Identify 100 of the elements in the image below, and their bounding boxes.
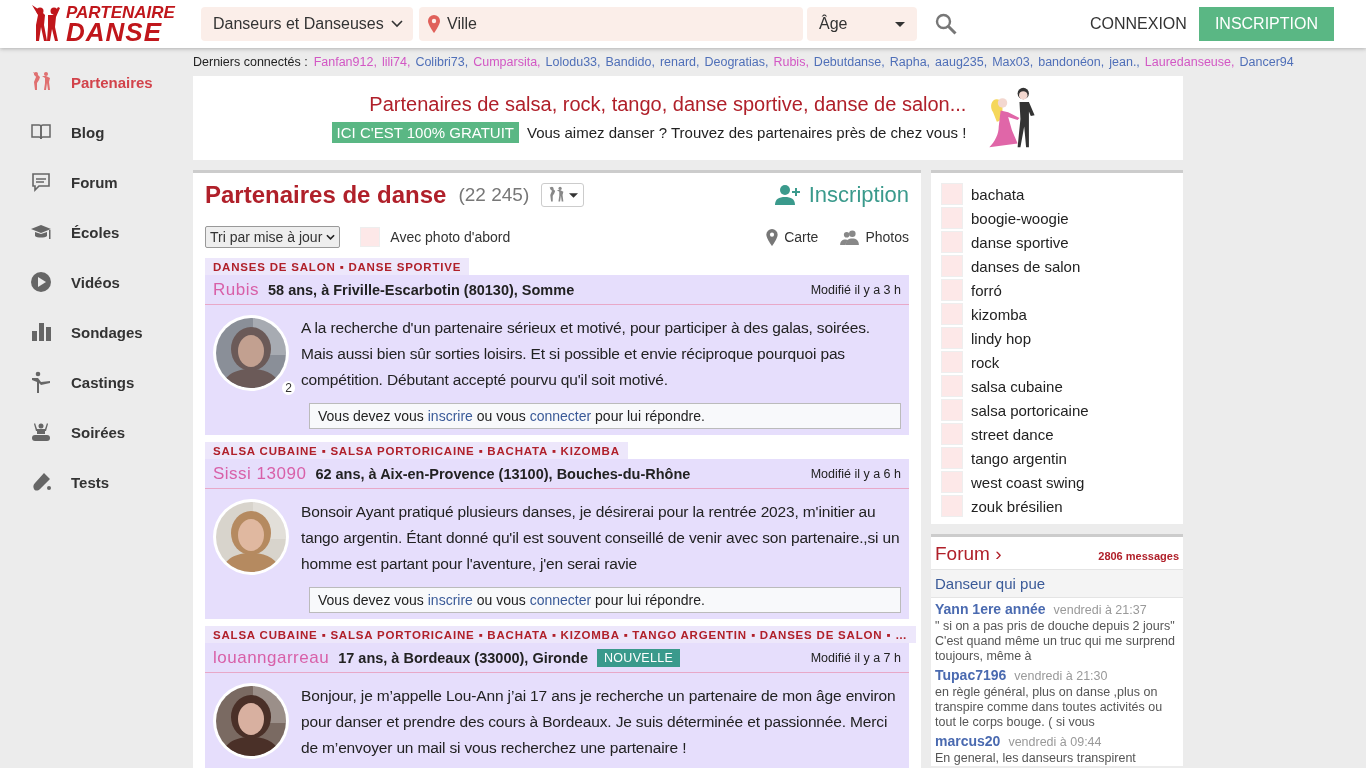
- listing-title: Partenaires de danse: [205, 181, 447, 209]
- search-icon[interactable]: [935, 13, 957, 35]
- checkbox-label: boogie-woogie: [971, 209, 1069, 227]
- location-pin-icon: [766, 228, 779, 246]
- map-link[interactable]: Carte: [766, 228, 819, 246]
- profile-details: 17 ans, à Bordeaux (33000), Gironde: [338, 649, 588, 666]
- signup-link[interactable]: inscrire: [427, 408, 473, 424]
- user-plus-icon: [774, 185, 801, 205]
- free-badge: ICI C'EST 100% GRATUIT: [331, 122, 519, 143]
- profile-text: A la recherche d'un partenaire sérieux et motivé, pour participer à des galas, soirées. Mais aussi bien sûr sorties loisirs. Et si possible et envie réciproque pourquoi pas compétition. Débutant accepté pourvu qu'il soit motivé.: [301, 318, 871, 390]
- forum-title[interactable]: Forum ›: [935, 543, 1002, 565]
- sidebar-item[interactable]: Blog: [0, 107, 193, 157]
- banner-tagline: Vous aimez danser ? Trouvez des partenaires près de chez vous !: [526, 124, 967, 141]
- checkbox-label: forró: [971, 281, 1002, 299]
- user-link[interactable]: Cumparsita,: [473, 55, 541, 69]
- modified-time: Modifié il y a 7 h: [810, 650, 901, 665]
- dance-tags: SALSA CUBAINE ▪ SALSA PORTORICAINE ▪ BACHATA ▪ KIZOMBA: [205, 442, 628, 459]
- checkbox-label: west coast swing: [971, 473, 1085, 491]
- play-icon: [30, 271, 52, 293]
- user-link[interactable]: Dancer94: [1239, 55, 1294, 69]
- dancer-icon: [30, 371, 52, 393]
- checkbox-label: danses de salon: [971, 257, 1081, 275]
- test-tube-icon: [30, 471, 52, 493]
- banner-headline: Partenaires de salsa, rock, tango, danse sportive, danse de salon...: [369, 93, 967, 116]
- user-link[interactable]: aaug235,: [935, 55, 988, 69]
- sidebar-item[interactable]: Forum: [0, 157, 193, 207]
- checkbox-label: danse sportive: [971, 233, 1069, 251]
- profile-details: 58 ans, à Friville-Escarbotin (80130), Somme: [267, 281, 575, 298]
- recent-label: Derniers connectés :: [193, 55, 308, 69]
- user-link[interactable]: Deogratias,: [704, 55, 769, 69]
- gender-dropdown[interactable]: [541, 183, 585, 207]
- bar-chart-icon: [30, 321, 52, 343]
- user-link[interactable]: Max03,: [992, 55, 1034, 69]
- dance-tags: SALSA CUBAINE ▪ SALSA PORTORICAINE ▪ BACHATA ▪ KIZOMBA ▪ TANGO ARGENTIN ▪ DANSES DE SALON ▪ …: [205, 626, 916, 643]
- reply-notice: Vous devez vous inscrire ou vous connecter pour lui répondre.: [309, 403, 901, 429]
- checkbox-label: tango argentin: [971, 449, 1067, 467]
- message-count: 2806 messages: [1098, 550, 1179, 562]
- post-time: vendredi à 21:30: [1014, 669, 1108, 683]
- caret-down-icon: [569, 192, 579, 198]
- user-link[interactable]: Fanfan912,: [313, 55, 377, 69]
- sidebar-item[interactable]: Tests: [0, 457, 193, 507]
- post-time: vendredi à 21:37: [1053, 603, 1147, 617]
- sidebar-item[interactable]: Vidéos: [0, 257, 193, 307]
- login-link[interactable]: connecter: [529, 592, 592, 608]
- inscription-link[interactable]: Inscription: [774, 182, 909, 208]
- city-field[interactable]: Ville: [419, 7, 803, 41]
- user-link[interactable]: Debutdanse,: [813, 55, 885, 69]
- sidebar-item[interactable]: Soirées: [0, 407, 193, 457]
- user-link[interactable]: bandonéon,: [1038, 55, 1105, 69]
- checkbox-label: kizomba: [971, 305, 1027, 323]
- category-dropdown[interactable]: Danseurs et Danseuses: [201, 7, 413, 41]
- user-link[interactable]: Rubis,: [773, 55, 809, 69]
- checkbox-label: rock: [971, 353, 1000, 371]
- sort-dropdown[interactable]: Tri par mise à jour: [205, 226, 341, 248]
- user-link[interactable]: Lauredanseuse,: [1144, 55, 1235, 69]
- author-name[interactable]: Yann 1ere année: [935, 601, 1046, 617]
- reply-notice: Vous devez vous inscrire ou vous connecter pour lui répondre.: [309, 587, 901, 613]
- forum-topic[interactable]: Danseur qui pue: [931, 570, 1183, 598]
- login-link[interactable]: connecter: [529, 408, 592, 424]
- checkbox-label: salsa portoricaine: [971, 401, 1089, 419]
- post-time: vendredi à 09:44: [1008, 735, 1102, 749]
- forum-post-text: En general, les danseurs transpirent: [935, 751, 1137, 766]
- photos-link[interactable]: Photos: [840, 228, 909, 246]
- photo-count: 2: [282, 381, 295, 395]
- author-name[interactable]: Tupac7196: [935, 667, 1007, 683]
- new-badge: NOUVELLE: [597, 648, 681, 667]
- author-name[interactable]: marcus20: [935, 733, 1001, 749]
- profile-details: 62 ans, à Aix-en-Provence (13100), Bouches-du-Rhône: [315, 465, 691, 482]
- caret-down-icon: [895, 21, 905, 27]
- checkbox-label: zouk brésilien: [971, 497, 1063, 515]
- checkbox-label: Avec photo d'abord: [390, 229, 511, 245]
- profile-name[interactable]: Sissi 13090: [213, 463, 307, 484]
- signup-link[interactable]: inscrire: [427, 592, 473, 608]
- profile-name[interactable]: louanngarreau: [213, 647, 330, 668]
- user-link[interactable]: Rapha,: [889, 55, 931, 69]
- checkbox-label: street dance: [971, 425, 1054, 443]
- login-link[interactable]: CONNEXION: [1089, 15, 1187, 33]
- user-link[interactable]: renard,: [659, 55, 700, 69]
- age-dropdown[interactable]: Âge: [807, 7, 917, 41]
- user-link[interactable]: Bandido,: [605, 55, 655, 69]
- user-link[interactable]: Colibri73,: [415, 55, 469, 69]
- dance-tags: DANSES DE SALON ▪ DANSE SPORTIVE: [205, 258, 470, 275]
- user-link[interactable]: Lolodu33,: [545, 55, 601, 69]
- user-link[interactable]: jean.,: [1109, 55, 1140, 69]
- forum-post-text: " si on a pas pris de douche depuis 2 jours" C'est quand même un truc qui me surprend toujours, même à: [935, 619, 1176, 664]
- forum-post-text: en règle général, plus on danse ,plus on transpire comme dans toutes activités ou tout le corps bouge. ( si vous: [935, 685, 1164, 730]
- sidebar-item[interactable]: Partenaires: [0, 57, 193, 107]
- sidebar-item[interactable]: Castings: [0, 357, 193, 407]
- logo[interactable]: PARTENAIRE DANSE: [30, 3, 195, 45]
- profile-text: Bonjour, je m’appelle Lou-Ann j’ai 17 ans je recherche un partenaire de mon âge environ pour danser et prendre des cours à Bordeaux. Je suis déterminée et passionnée. Merci de m’envoyer un mail si vous recherchez une partenaire !: [301, 686, 897, 758]
- sidebar-item[interactable]: Écoles: [0, 207, 193, 257]
- checkbox-label: salsa cubaine: [971, 377, 1063, 395]
- user-link[interactable]: lili74,: [381, 55, 411, 69]
- modified-time: Modifié il y a 3 h: [810, 282, 901, 297]
- chat-icon: [30, 171, 52, 193]
- sidebar-item[interactable]: Sondages: [0, 307, 193, 357]
- listing-count: (22 245): [458, 184, 530, 206]
- checkbox-label: lindy hop: [971, 329, 1032, 347]
- people-icon: [840, 229, 860, 245]
- checkbox-label: bachata: [971, 185, 1025, 203]
